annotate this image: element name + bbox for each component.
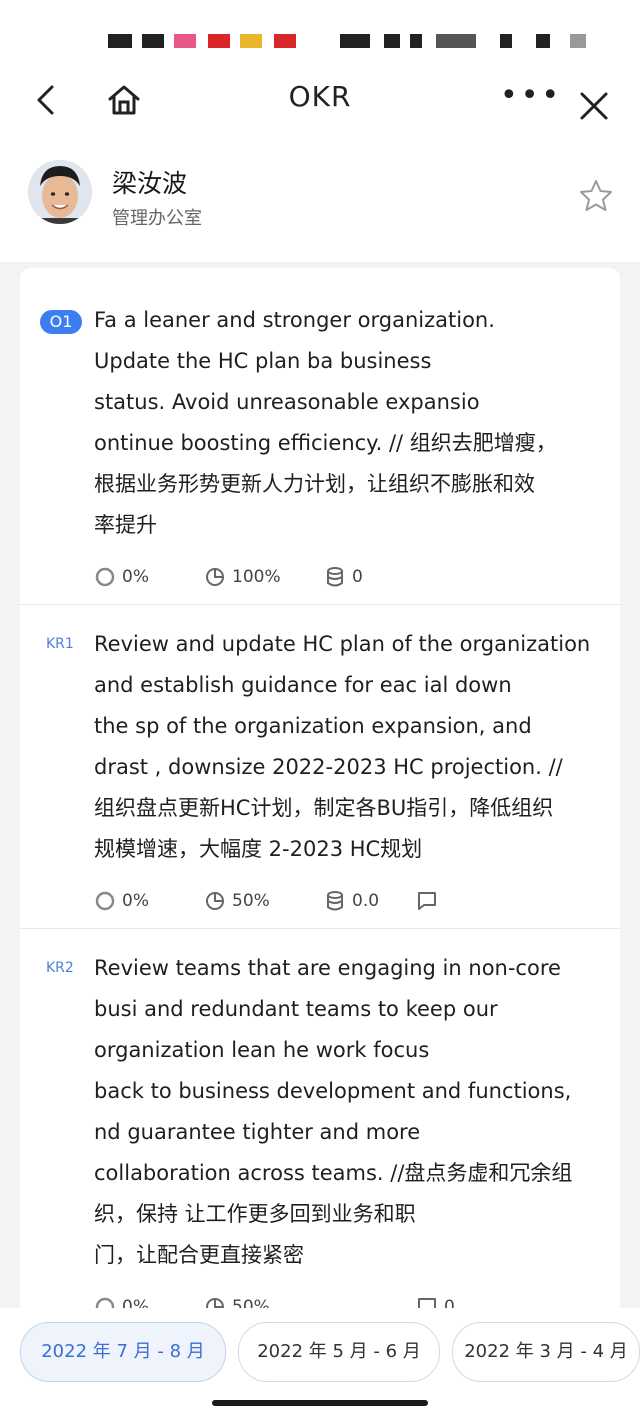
pie-chart-icon — [206, 892, 224, 910]
progress-ring-icon — [95, 891, 115, 911]
weight-stat: 100% — [204, 562, 281, 592]
status-redaction — [274, 34, 296, 48]
database-icon — [327, 891, 343, 911]
key-result-text: Review and update HC plan of the organiz… — [94, 624, 604, 870]
progress-stat: 0% — [94, 886, 149, 916]
key-result-item[interactable]: KR1 Review and update HC plan of the org… — [20, 604, 620, 929]
period-tab-mar-apr[interactable]: 2022 年 3 月 - 4 月 — [452, 1322, 640, 1382]
text-line: 根据业务形势更新人力计划，让组织不膨胀和效 — [94, 472, 535, 496]
status-redaction — [142, 34, 164, 48]
score-stat: 0.0 — [324, 886, 379, 916]
key-result-item[interactable]: KR2 Review teams that are engaging in no… — [20, 928, 620, 1328]
status-redaction — [208, 34, 230, 48]
status-redaction — [108, 34, 132, 48]
comment-icon — [418, 892, 436, 910]
user-department: 管理办公室 — [112, 208, 202, 229]
weight-value: 100% — [232, 567, 281, 587]
progress-stat: 0% — [94, 562, 149, 592]
text-line: ontinue boosting efficiency. // 组织去肥增瘦， — [94, 431, 557, 455]
star-favorite-icon[interactable] — [578, 178, 614, 214]
text-line: busi and redundant teams to keep our — [94, 997, 498, 1021]
weight-stat: 50% — [204, 886, 270, 916]
text-line: organization lean he work focus — [94, 1038, 430, 1062]
status-bar — [0, 0, 640, 70]
period-tab-may-jun[interactable]: 2022 年 5 月 - 6 月 — [238, 1322, 440, 1382]
text-line: 织，保持 让工作更多回到业务和职 — [94, 1202, 416, 1226]
status-redaction — [340, 34, 370, 48]
text-line: 率提升 — [94, 513, 157, 537]
text-line: 组织盘点更新HC计划，制定各BU指引，降低组织 — [94, 796, 554, 820]
status-redaction — [174, 34, 196, 48]
avatar[interactable] — [28, 160, 92, 224]
objective-item[interactable]: O1 Fa a leaner and stronger organization… — [20, 268, 620, 605]
text-line: back to business development and functio… — [94, 1079, 572, 1103]
objective-text: Fa a leaner and stronger organization. U… — [94, 300, 604, 546]
period-tab-jul-aug[interactable]: 2022 年 7 月 - 8 月 — [20, 1322, 226, 1382]
score-value: 0.0 — [352, 891, 380, 911]
profile-header: 梁汝波 管理办公室 — [0, 132, 640, 262]
status-redaction — [536, 34, 550, 48]
progress-value: 0% — [122, 891, 149, 911]
status-redaction — [240, 34, 262, 48]
status-redaction — [410, 34, 422, 48]
text-line: Review teams that are engaging in non-co… — [94, 956, 561, 980]
key-result-tag: KR1 — [46, 636, 74, 652]
status-redaction — [384, 34, 400, 48]
close-icon[interactable] — [574, 82, 614, 122]
comment-stat — [416, 886, 444, 916]
text-line: Review and update HC plan of the organiz… — [94, 632, 591, 656]
status-redaction — [500, 34, 512, 48]
top-nav-bar: OKR ••• — [0, 70, 640, 132]
avatar-face-icon — [28, 160, 92, 224]
text-line: 规模增速，大幅度 2-2023 HC规划 — [94, 837, 423, 861]
home-indicator[interactable] — [212, 1400, 428, 1406]
text-line: Update the HC plan ba business — [94, 349, 432, 373]
text-line: drast , downsize 2022-2023 HC projection… — [94, 755, 563, 779]
text-line: status. Avoid unreasonable expansio — [94, 390, 480, 414]
user-name: 梁汝波 — [112, 169, 188, 198]
objective-tag: O1 — [40, 310, 82, 334]
weight-value: 50% — [232, 891, 270, 911]
text-line: and establish guidance for eac ial down — [94, 673, 512, 697]
text-line: collaboration across teams. //盘点务虚和冗余组 — [94, 1161, 573, 1185]
text-line: nd guarantee tighter and more — [94, 1120, 421, 1144]
key-result-stats: 0% 50% 0.0 — [94, 886, 614, 916]
key-result-tag: KR2 — [46, 960, 74, 976]
text-line: the sp of the organization expansion, an… — [94, 714, 532, 738]
okr-card: O1 Fa a leaner and stronger organization… — [20, 268, 620, 1328]
objective-stats: 0% 100% 0 — [94, 562, 614, 592]
score-stat: 0 — [324, 562, 363, 592]
key-result-text: Review teams that are engaging in non-co… — [94, 948, 604, 1276]
database-icon — [327, 567, 343, 587]
progress-value: 0% — [122, 567, 149, 587]
status-redaction — [436, 34, 476, 48]
pie-chart-icon — [206, 568, 224, 586]
text-line: Fa a leaner and stronger organization. — [94, 308, 495, 332]
status-redaction — [570, 34, 586, 48]
text-line: 门，让配合更直接紧密 — [94, 1243, 304, 1267]
more-options-icon[interactable]: ••• — [500, 81, 559, 116]
progress-ring-icon — [95, 567, 115, 587]
score-value: 0 — [352, 567, 363, 587]
